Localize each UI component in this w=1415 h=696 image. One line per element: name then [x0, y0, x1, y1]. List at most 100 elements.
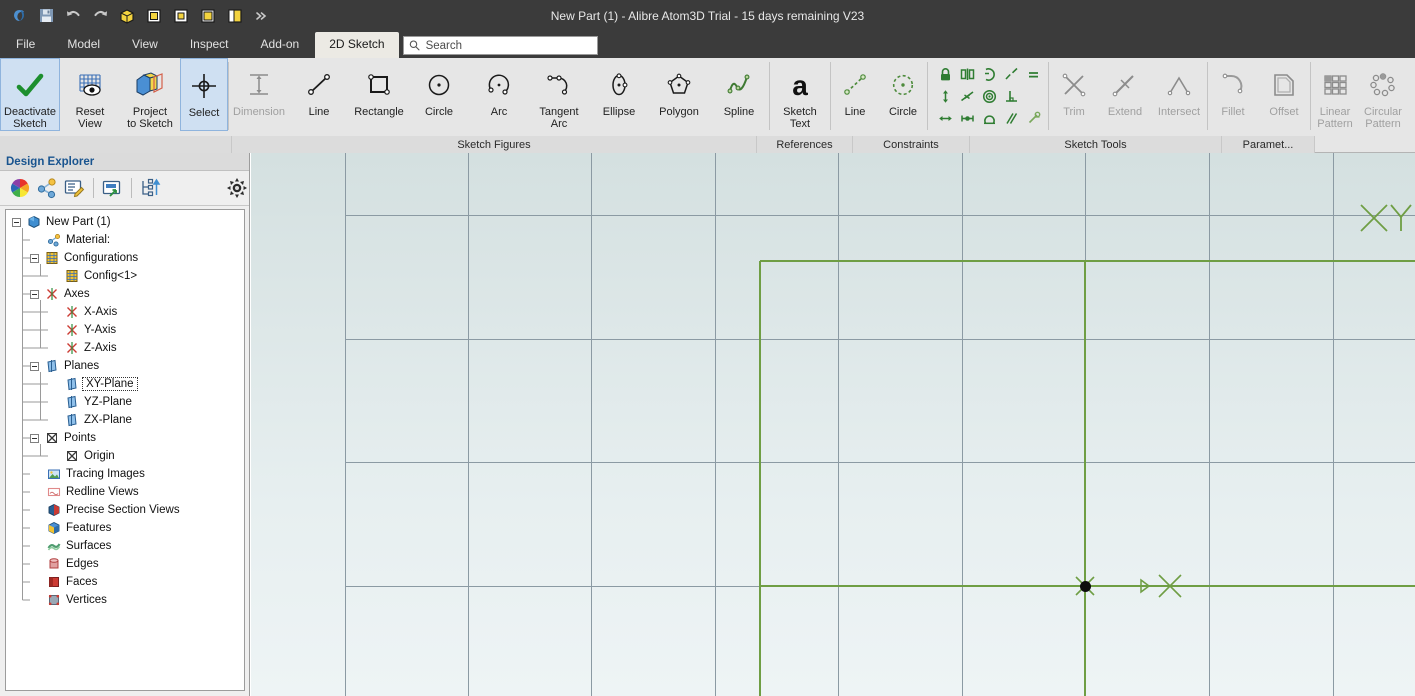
menu-inspect[interactable]: Inspect	[174, 32, 245, 58]
color-wheel-icon[interactable]	[8, 174, 31, 202]
tree-item-features[interactable]: Features	[6, 519, 244, 537]
title-bar: New Part (1) - Alibre Atom3D Trial - 15 …	[0, 0, 1415, 31]
trim-button[interactable]: Trim	[1049, 58, 1099, 131]
tree-item-new-part-1[interactable]: New Part (1)	[6, 213, 244, 231]
menu-addon[interactable]: Add-on	[245, 32, 316, 58]
tree-expander-icon[interactable]	[30, 433, 39, 443]
save-icon[interactable]	[34, 5, 58, 27]
tangent-arc-button[interactable]: Tangent Arc	[529, 58, 589, 131]
deactivate-sketch-button[interactable]: Deactivate Sketch	[0, 58, 60, 131]
tree-item-label: ZX-Plane	[84, 414, 132, 426]
tree-item-points[interactable]: Points	[6, 429, 244, 447]
tree-item-zx-plane[interactable]: ZX-Plane	[6, 411, 244, 429]
tree-item-xy-plane[interactable]: XY-Plane	[6, 375, 244, 393]
view-right-icon[interactable]	[196, 5, 220, 27]
tree-item-surfaces[interactable]: Surfaces	[6, 537, 244, 555]
tree-expander-icon[interactable]	[12, 217, 21, 227]
sketch-viewport[interactable]	[251, 153, 1415, 696]
menu-file[interactable]: File	[0, 32, 51, 58]
menu-view[interactable]: View	[116, 32, 174, 58]
constraint-midpoint-icon[interactable]	[956, 107, 978, 129]
tree-item-z-axis[interactable]: Z-Axis	[6, 339, 244, 357]
gear-icon[interactable]	[226, 174, 249, 202]
tree-expander-icon[interactable]	[30, 361, 39, 371]
tree-expander-icon[interactable]	[30, 253, 39, 263]
alibre-logo-icon[interactable]	[7, 5, 31, 27]
redo-icon[interactable]	[88, 5, 112, 27]
linear-pattern-button[interactable]: Linear Pattern	[1311, 58, 1359, 131]
view-top-icon[interactable]	[169, 5, 193, 27]
circle-button[interactable]: Circle	[409, 58, 469, 131]
menu-model[interactable]: Model	[51, 32, 116, 58]
tree-item-label: Features	[66, 522, 112, 534]
export-note-icon[interactable]	[100, 174, 123, 202]
constraint-collinear-icon[interactable]	[1000, 63, 1022, 85]
fillet-button[interactable]: Fillet	[1208, 58, 1258, 131]
menu-2d-sketch[interactable]: 2D Sketch	[315, 32, 399, 58]
overflow-icon[interactable]	[250, 5, 274, 27]
constraint-coincident-icon[interactable]	[978, 107, 1000, 129]
view-iso-icon[interactable]	[115, 5, 139, 27]
tree-item-origin[interactable]: Origin	[6, 447, 244, 465]
constraint-tangent-icon[interactable]	[956, 85, 978, 107]
tree-item-edges[interactable]: Edges	[6, 555, 244, 573]
tree-item-vertices[interactable]: Vertices	[6, 591, 244, 609]
spline-button[interactable]: Spline	[709, 58, 769, 131]
line-button[interactable]: Line	[289, 58, 349, 131]
axis-icon	[64, 340, 80, 356]
constraint-perpendicular-icon[interactable]	[1000, 85, 1022, 107]
relations-icon[interactable]	[35, 174, 58, 202]
reference-circle-button[interactable]: Circle	[879, 58, 927, 131]
constraint-parallel-icon[interactable]	[1000, 107, 1022, 129]
vertex-icon	[46, 592, 62, 608]
tree-item-planes[interactable]: Planes	[6, 357, 244, 375]
constraint-symmetric-icon[interactable]	[956, 63, 978, 85]
polygon-button[interactable]: Polygon	[649, 58, 709, 131]
view-shaded-icon[interactable]	[223, 5, 247, 27]
tree-item-material[interactable]: Material:	[6, 231, 244, 249]
select-button[interactable]: Select	[180, 58, 228, 131]
rectangle-button[interactable]: Rectangle	[349, 58, 409, 131]
tree-item-y-axis[interactable]: Y-Axis	[6, 321, 244, 339]
offset-button[interactable]: Offset	[1258, 58, 1310, 131]
constraint-vertical-icon[interactable]	[934, 85, 956, 107]
constraint-fix-icon[interactable]	[1022, 107, 1044, 129]
search-box[interactable]	[402, 36, 598, 55]
view-front-icon[interactable]	[142, 5, 166, 27]
tree-item-config-1[interactable]: Config<1>	[6, 267, 244, 285]
tree-expander-icon[interactable]	[30, 289, 39, 299]
reset-view-button[interactable]: Reset View	[60, 58, 120, 131]
tree-item-configurations[interactable]: Configurations	[6, 249, 244, 267]
arc-button[interactable]: Arc	[469, 58, 529, 131]
tree-item-faces[interactable]: Faces	[6, 573, 244, 591]
constraint-lock-icon[interactable]	[934, 63, 956, 85]
reference-line-button[interactable]: Line	[831, 58, 879, 131]
tree-item-x-axis[interactable]: X-Axis	[6, 303, 244, 321]
search-input[interactable]	[423, 39, 589, 52]
constraint-concentric-icon[interactable]	[978, 85, 1000, 107]
tree-item-axes[interactable]: Axes	[6, 285, 244, 303]
check-icon	[15, 66, 45, 105]
tree-sort-icon[interactable]	[139, 174, 162, 202]
tree-item-yz-plane[interactable]: YZ-Plane	[6, 393, 244, 411]
undo-icon[interactable]	[61, 5, 85, 27]
design-tree[interactable]: New Part (1) Material: Configurations Confi…	[5, 209, 245, 691]
reference-line-icon	[841, 65, 869, 105]
constraint-arc-icon[interactable]	[978, 63, 1000, 85]
intersect-button[interactable]: Intersect	[1151, 58, 1207, 131]
dimension-button[interactable]: Dimension	[229, 58, 289, 131]
tree-item-precise-section-views[interactable]: Precise Section Views	[6, 501, 244, 519]
extend-button[interactable]: Extend	[1099, 58, 1151, 131]
constraint-horizontal-icon[interactable]	[934, 107, 956, 129]
ellipse-button[interactable]: Ellipse	[589, 58, 649, 131]
sketch-text-button[interactable]: a Sketch Text	[770, 58, 830, 131]
tree-item-redline-views[interactable]: Redline Views	[6, 483, 244, 501]
constraint-equal-icon[interactable]	[1022, 63, 1044, 85]
circular-pattern-button[interactable]: Circular Pattern	[1359, 58, 1407, 131]
mirror-button[interactable]: Mirror	[1407, 58, 1415, 131]
tree-item-tracing-images[interactable]: Tracing Images	[6, 465, 244, 483]
properties-icon[interactable]	[62, 174, 85, 202]
project-to-sketch-button[interactable]: Project to Sketch	[120, 58, 180, 131]
sketch-origin-point[interactable]	[1080, 581, 1091, 592]
spline-label: Spline	[723, 106, 755, 118]
